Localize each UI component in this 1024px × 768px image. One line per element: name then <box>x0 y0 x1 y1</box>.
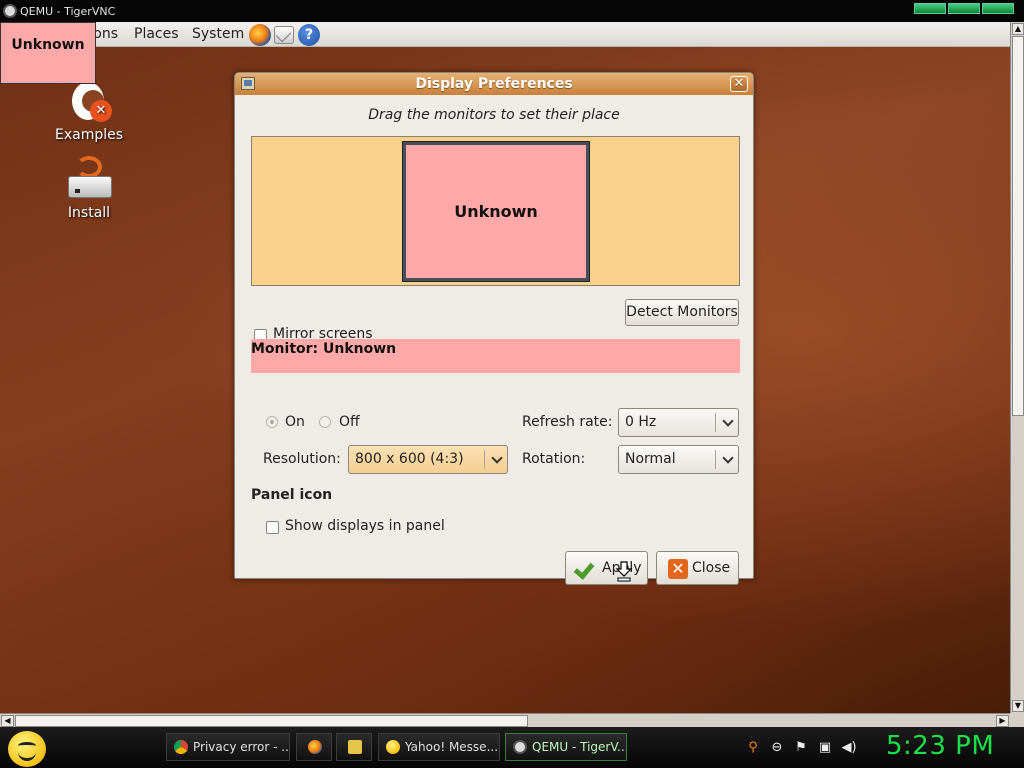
display-preferences-dialog: Display Preferences ✕ Drag the monitors … <box>234 72 754 585</box>
quick-launch-folder[interactable] <box>336 733 372 761</box>
horizontal-scroll-thumb[interactable] <box>15 715 528 727</box>
firefox-icon[interactable] <box>249 24 271 46</box>
resolution-select[interactable]: 800 x 600 (4:3) <box>348 445 508 474</box>
vnc-titlebar: QEMU - TigerVNC <box>0 0 1024 22</box>
dialog-close-icon[interactable]: ✕ <box>730 76 748 92</box>
rotation-select[interactable]: Normal <box>618 445 739 474</box>
chrome-icon <box>174 740 188 754</box>
search-icon[interactable]: ⚲ <box>745 740 761 756</box>
display-icon <box>241 77 255 90</box>
power-off-radio <box>319 416 331 428</box>
resolution-label: Resolution: <box>263 451 341 467</box>
system-menu[interactable]: System <box>184 26 252 42</box>
task-yahoo-messenger[interactable]: Yahoo! Messe... <box>378 733 500 761</box>
task-label: QEMU - TigerV... <box>532 740 627 754</box>
close-icon: ✕ <box>668 559 688 579</box>
places-menu[interactable]: Places <box>126 26 187 42</box>
desktop-icon-label: Examples <box>54 127 124 143</box>
desktop-icon-install[interactable]: Install <box>44 156 134 221</box>
scroll-up-icon[interactable]: ▲ <box>1012 23 1024 35</box>
resolution-value: 800 x 600 (4:3) <box>355 451 464 467</box>
detect-monitors-button[interactable]: Detect Monitors <box>625 299 739 326</box>
help-icon[interactable]: ? <box>298 24 320 46</box>
monitor-box-label: Unknown <box>454 202 538 221</box>
power-on-radio <box>266 416 278 428</box>
refresh-rate-select[interactable]: 0 Hz <box>618 408 739 437</box>
monitor-unknown[interactable]: Unknown <box>402 141 590 282</box>
clock[interactable]: 5:23 PM <box>886 731 994 761</box>
desktop-icon-label: Install <box>67 205 111 221</box>
tigervnc-icon <box>513 740 527 754</box>
show-displays-checkbox[interactable] <box>266 521 279 534</box>
horizontal-scrollbar[interactable]: ◀ ▶ <box>0 713 1010 727</box>
vertical-scroll-thumb[interactable] <box>1012 36 1024 416</box>
task-label: Yahoo! Messe... <box>405 740 499 754</box>
flag-icon[interactable]: ⚑ <box>793 740 809 756</box>
close-button[interactable]: ✕ Close <box>656 551 739 585</box>
folder-icon <box>348 740 362 754</box>
dialog-titlebar[interactable]: Display Preferences ✕ <box>235 73 753 95</box>
guest-desktop: Applications Places System ? ✕ Examples … <box>0 22 1010 713</box>
network-icon[interactable]: ▣ <box>817 740 833 756</box>
chevron-down-icon <box>491 452 503 464</box>
tigervnc-icon <box>3 4 17 18</box>
task-chrome-privacy-error[interactable]: Privacy error - ... <box>166 733 290 761</box>
firefox-icon <box>308 740 322 754</box>
minimize-button[interactable] <box>914 3 946 14</box>
maximize-button[interactable] <box>948 3 980 14</box>
chevron-down-icon <box>722 452 734 464</box>
scroll-left-icon[interactable]: ◀ <box>1 715 14 727</box>
cursor-icon <box>615 561 633 582</box>
rotation-label: Rotation: <box>522 451 586 467</box>
top-panel: Applications Places System ? <box>0 22 1010 47</box>
refresh-rate-value: 0 Hz <box>625 414 657 430</box>
mail-icon[interactable] <box>274 26 294 44</box>
vertical-scrollbar[interactable]: ▲ ▼ <box>1010 22 1024 713</box>
status-icon[interactable]: ⊖ <box>769 740 785 756</box>
arrange-instruction: Drag the monitors to set their place <box>368 107 620 123</box>
apply-button[interactable]: Apply <box>565 551 648 585</box>
power-on-label: On <box>285 414 305 430</box>
smiley-menu-icon[interactable] <box>8 731 46 767</box>
close-label: Close <box>692 560 731 576</box>
panel-icon-heading: Panel icon <box>251 487 333 503</box>
close-window-button[interactable] <box>982 3 1014 14</box>
dialog-title: Display Preferences <box>415 76 573 92</box>
task-label: Privacy error - ... <box>193 740 290 754</box>
checkmark-icon <box>573 558 595 580</box>
show-displays-label: Show displays in panel <box>285 518 445 534</box>
host-taskbar: Privacy error - ... Yahoo! Messe... QEMU… <box>0 727 1024 768</box>
scroll-right-icon[interactable]: ▶ <box>996 715 1009 727</box>
vnc-window-controls <box>914 3 1014 14</box>
monitor-header: Monitor: Unknown <box>251 339 740 373</box>
monitor-identify-label: Unknown <box>0 22 96 84</box>
scroll-down-icon[interactable]: ▼ <box>1012 700 1024 712</box>
quick-launch-firefox[interactable] <box>296 733 332 761</box>
refresh-rate-label: Refresh rate: <box>522 414 613 430</box>
examples-icon: ✕ <box>66 78 112 124</box>
vnc-window-title: QEMU - TigerVNC <box>20 4 116 18</box>
volume-icon[interactable]: ◀) <box>841 740 857 756</box>
rotation-value: Normal <box>625 451 676 467</box>
scroll-corner <box>1010 713 1024 727</box>
chevron-down-icon <box>722 415 734 427</box>
power-off-label: Off <box>339 414 360 430</box>
install-icon <box>66 156 112 202</box>
monitor-arrangement-area[interactable]: Unknown <box>251 136 740 286</box>
yahoo-messenger-icon <box>386 740 400 754</box>
task-qemu-tigervnc[interactable]: QEMU - TigerV... <box>505 733 627 761</box>
desktop-icon-examples[interactable]: ✕ Examples <box>44 78 134 143</box>
